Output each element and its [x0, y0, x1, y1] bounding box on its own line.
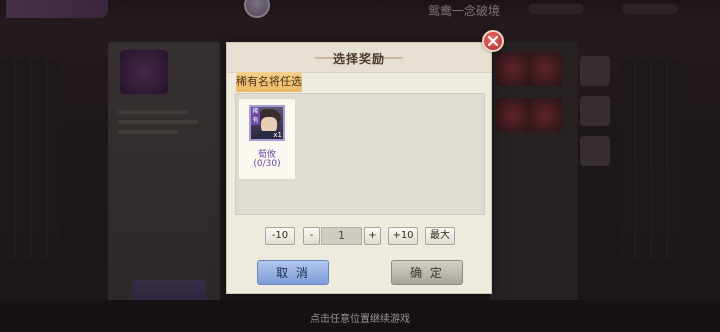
plus-one-button[interactable]: +	[364, 227, 381, 245]
dialog-title: 选择奖励	[332, 52, 385, 66]
close-icon	[487, 35, 499, 47]
item-portrait: 稀有 x1	[249, 105, 285, 141]
category-tab[interactable]: 稀有名将任选	[236, 72, 302, 92]
confirm-button[interactable]: 确 定	[391, 260, 463, 285]
quantity-input[interactable]: 1	[321, 227, 362, 245]
close-button[interactable]	[482, 30, 504, 52]
minus-ten-button[interactable]: -10	[265, 227, 295, 245]
item-count: (0/30)	[253, 159, 281, 169]
rarity-badge: 稀有	[251, 107, 260, 125]
dialog-title-bar: 选择奖励	[227, 43, 491, 73]
reward-item-card[interactable]: 稀有 x1 荀攸 (0/30)	[238, 98, 296, 180]
minus-one-button[interactable]: -	[303, 227, 320, 245]
max-button[interactable]: 最大	[425, 227, 455, 245]
cancel-button[interactable]: 取 消	[257, 260, 329, 285]
item-quantity-badge: x1	[273, 131, 282, 139]
plus-ten-button[interactable]: +10	[388, 227, 418, 245]
continue-hint: 点击任意位置继续游戏	[310, 314, 410, 325]
